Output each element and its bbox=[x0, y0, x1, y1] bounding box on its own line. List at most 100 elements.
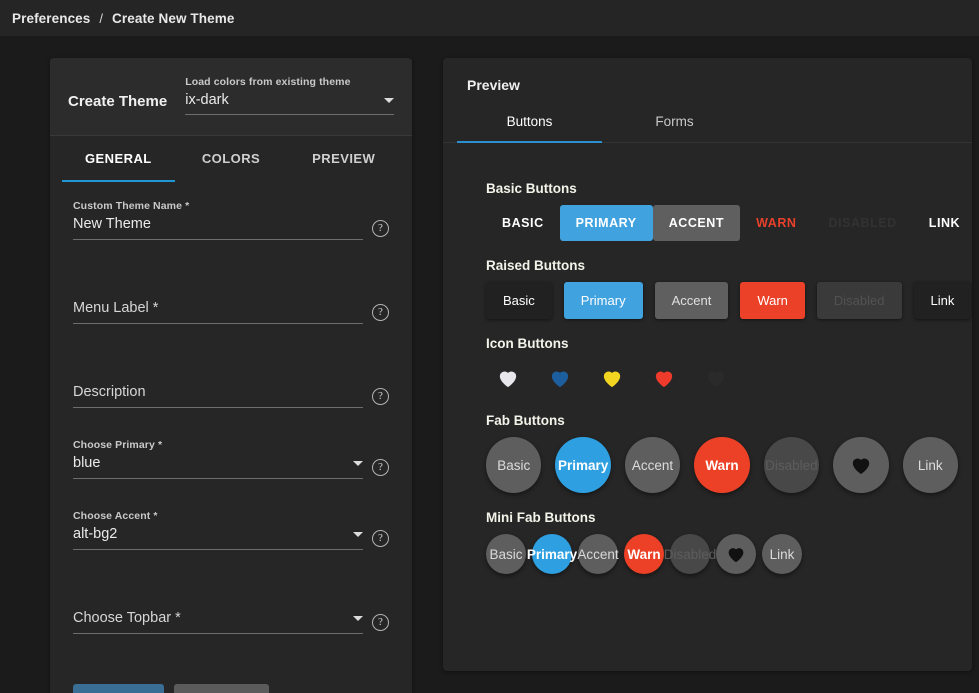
breadcrumb-separator: / bbox=[99, 10, 104, 26]
raised-button-disabled: Disabled bbox=[816, 282, 902, 319]
field-menu-label: Menu Label * ? bbox=[73, 284, 389, 324]
section-basic-buttons: Basic Buttons BASIC PRIMARY ACCENT WARN … bbox=[486, 181, 972, 241]
fab-button-link[interactable]: Link bbox=[902, 437, 958, 493]
tab-forms[interactable]: Forms bbox=[602, 103, 747, 143]
basic-button-primary[interactable]: PRIMARY bbox=[559, 205, 653, 241]
raised-buttons-row: Basic Primary Accent Warn Disabled Link bbox=[486, 282, 972, 319]
icon-button-basic[interactable] bbox=[486, 360, 530, 396]
menu-label-value: Menu Label * bbox=[73, 300, 159, 316]
choose-primary-label: Choose Primary * bbox=[73, 439, 163, 451]
breadcrumb-current: Create New Theme bbox=[112, 10, 235, 26]
tab-general[interactable]: GENERAL bbox=[62, 136, 175, 182]
raised-button-accent[interactable]: Accent bbox=[654, 282, 729, 319]
preview-title: Preview bbox=[467, 77, 520, 93]
heart-icon bbox=[655, 371, 673, 388]
fab-button-primary[interactable]: Primary bbox=[555, 437, 611, 493]
mini-fab-button-primary[interactable]: Primary bbox=[527, 534, 577, 574]
tab-colors[interactable]: COLORS bbox=[175, 136, 288, 182]
create-theme-card: Create Theme Load colors from existing t… bbox=[50, 58, 412, 693]
basic-button-link[interactable]: LINK bbox=[913, 205, 972, 241]
mini-fab-button-disabled: Disabled bbox=[664, 534, 716, 574]
submit-button[interactable]: SUBMIT bbox=[73, 684, 164, 693]
raised-button-link[interactable]: Link bbox=[913, 282, 972, 319]
help-icon-menu-label[interactable]: ? bbox=[372, 304, 389, 321]
form-actions: SUBMIT CANCEL bbox=[50, 678, 412, 693]
heart-icon bbox=[728, 548, 744, 563]
create-theme-title: Create Theme bbox=[68, 93, 168, 110]
heart-icon bbox=[499, 371, 517, 388]
help-icon-description[interactable]: ? bbox=[372, 388, 389, 405]
custom-theme-name-label: Custom Theme Name * bbox=[73, 200, 190, 212]
choose-primary-select[interactable]: blue bbox=[73, 455, 363, 479]
basic-button-disabled: DISABLED bbox=[812, 205, 912, 241]
field-choose-topbar: Choose Topbar * ? bbox=[73, 594, 389, 634]
load-theme-label: Load colors from existing theme bbox=[185, 76, 351, 88]
field-description: Description ? bbox=[73, 368, 389, 408]
icon-button-primary[interactable] bbox=[538, 360, 582, 396]
page-content: Create Theme Load colors from existing t… bbox=[0, 36, 979, 693]
custom-theme-name-value: New Theme bbox=[73, 216, 151, 232]
help-icon-custom-theme-name[interactable]: ? bbox=[372, 220, 389, 237]
icon-buttons-title: Icon Buttons bbox=[486, 336, 569, 351]
icon-button-disabled bbox=[694, 360, 738, 396]
breadcrumb-root[interactable]: Preferences bbox=[12, 11, 90, 26]
mini-fab-button-warn[interactable]: Warn bbox=[624, 534, 664, 574]
cancel-button[interactable]: CANCEL bbox=[173, 684, 270, 693]
chevron-down-icon-primary bbox=[353, 460, 363, 466]
field-choose-primary: Choose Primary * blue ? bbox=[73, 439, 389, 479]
fab-button-heart[interactable] bbox=[833, 437, 889, 493]
description-value: Description bbox=[73, 384, 146, 400]
heart-icon bbox=[551, 371, 569, 388]
choose-accent-select[interactable]: alt-bg2 bbox=[73, 526, 363, 550]
mini-fab-label-link: Link bbox=[769, 546, 795, 562]
create-theme-tabs: GENERAL COLORS PREVIEW bbox=[50, 136, 412, 182]
mini-fab-label-accent: Accent bbox=[577, 546, 619, 562]
load-theme-select[interactable]: ix-dark bbox=[185, 92, 394, 115]
mini-fab-button-heart[interactable] bbox=[716, 534, 756, 574]
mini-fab-label-basic: Basic bbox=[489, 546, 523, 562]
basic-button-basic[interactable]: BASIC bbox=[486, 205, 560, 241]
fab-buttons-title: Fab Buttons bbox=[486, 413, 565, 428]
help-icon-choose-topbar[interactable]: ? bbox=[372, 614, 389, 631]
fab-button-warn[interactable]: Warn bbox=[694, 437, 750, 493]
general-form: Custom Theme Name * New Theme ? Menu Lab… bbox=[50, 182, 412, 634]
choose-accent-value: alt-bg2 bbox=[73, 526, 118, 542]
create-theme-card-header: Create Theme Load colors from existing t… bbox=[50, 58, 412, 136]
icon-button-accent[interactable] bbox=[590, 360, 634, 396]
mini-fab-label-primary: Primary bbox=[526, 546, 578, 562]
mini-fab-button-basic[interactable]: Basic bbox=[486, 534, 526, 574]
raised-button-warn[interactable]: Warn bbox=[740, 282, 805, 319]
basic-button-warn[interactable]: WARN bbox=[740, 205, 812, 241]
description-input[interactable]: Description bbox=[73, 384, 363, 408]
menu-label-input[interactable]: Menu Label * bbox=[73, 300, 363, 324]
preview-tabs: Buttons Forms bbox=[443, 103, 972, 143]
mini-fab-button-accent[interactable]: Accent bbox=[577, 534, 619, 574]
raised-button-primary[interactable]: Primary bbox=[563, 282, 643, 319]
mini-fab-label-warn: Warn bbox=[627, 546, 661, 562]
mini-fab-buttons-title: Mini Fab Buttons bbox=[486, 510, 596, 525]
fab-button-basic[interactable]: Basic bbox=[486, 437, 542, 493]
breadcrumb-bar: Preferences / Create New Theme bbox=[0, 0, 979, 36]
choose-topbar-select[interactable]: Choose Topbar * bbox=[73, 610, 363, 634]
basic-button-accent[interactable]: ACCENT bbox=[652, 205, 741, 241]
choose-primary-value: blue bbox=[73, 455, 101, 471]
help-icon-choose-accent[interactable]: ? bbox=[372, 530, 389, 547]
custom-theme-name-input[interactable]: New Theme bbox=[73, 216, 363, 240]
load-theme-field: Load colors from existing theme ix-dark bbox=[185, 76, 394, 117]
preview-body: Basic Buttons BASIC PRIMARY ACCENT WARN … bbox=[443, 143, 972, 574]
heart-icon bbox=[852, 458, 869, 475]
tab-buttons[interactable]: Buttons bbox=[457, 103, 602, 143]
raised-button-basic[interactable]: Basic bbox=[486, 282, 552, 319]
icon-button-warn[interactable] bbox=[642, 360, 686, 396]
field-custom-theme-name: Custom Theme Name * New Theme ? bbox=[73, 200, 389, 240]
help-icon-choose-primary[interactable]: ? bbox=[372, 459, 389, 476]
description-label bbox=[73, 368, 363, 381]
tab-preview[interactable]: PREVIEW bbox=[287, 136, 400, 182]
fab-button-accent[interactable]: Accent bbox=[624, 437, 681, 493]
mini-fab-button-link[interactable]: Link bbox=[762, 534, 802, 574]
chevron-down-icon-accent bbox=[353, 531, 363, 537]
preview-card: Preview Buttons Forms Basic Buttons BASI… bbox=[443, 58, 972, 671]
basic-buttons-title: Basic Buttons bbox=[486, 181, 577, 196]
heart-icon bbox=[707, 371, 725, 388]
basic-buttons-row: BASIC PRIMARY ACCENT WARN DISABLED LINK bbox=[486, 205, 972, 241]
